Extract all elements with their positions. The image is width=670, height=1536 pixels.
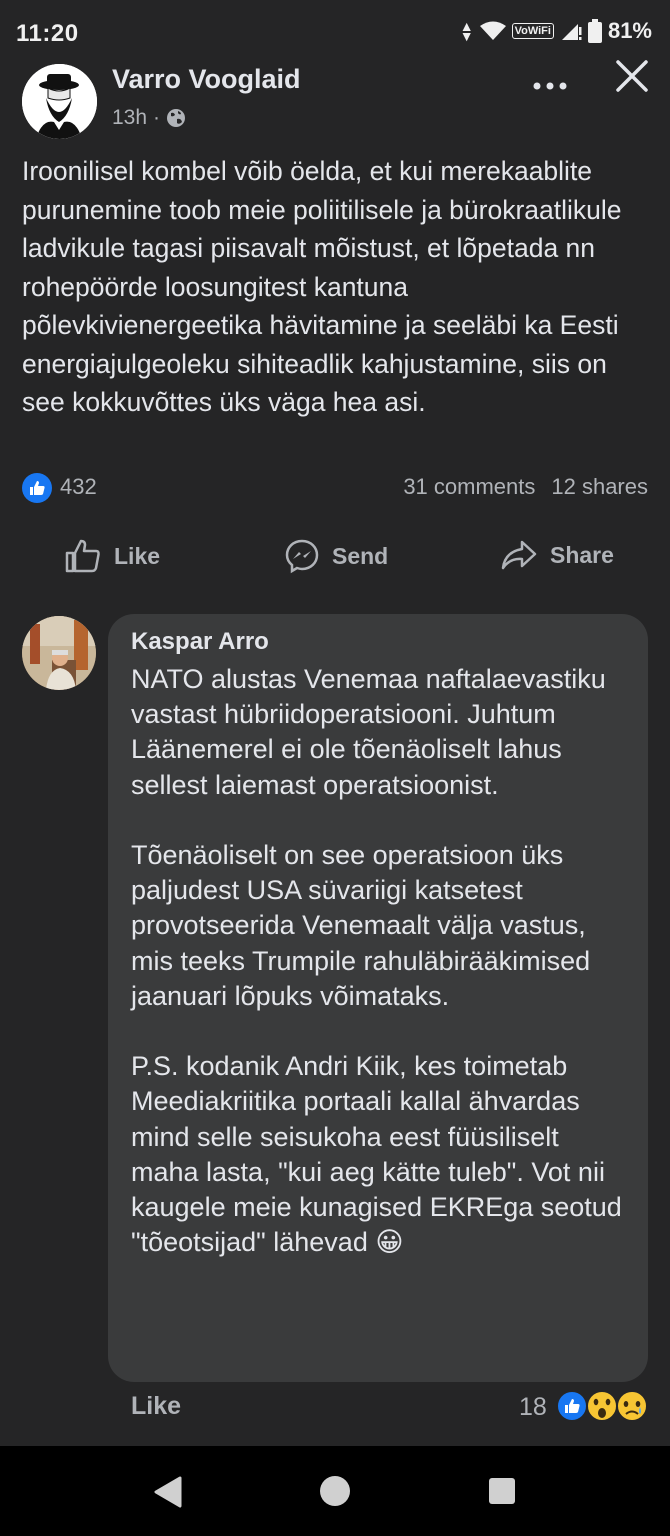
post-body-text: Iroonilisel kombel võib öelda, et kui me… (22, 156, 622, 417)
author-avatar[interactable] (22, 64, 97, 139)
post-stats: 31 comments 12 shares (403, 474, 648, 500)
comment-text: NATO alustas Venemaa naftalaevastiku vas… (131, 662, 631, 1260)
status-icons: ▲ ▼ VoWiFi 81% (460, 18, 652, 44)
sad-reaction-icon (616, 1390, 648, 1422)
comment-paragraph: NATO alustas Venemaa naftalaevastiku vas… (131, 664, 606, 800)
messenger-icon (285, 539, 319, 574)
comment-author-name[interactable]: Kaspar Arro (131, 628, 269, 656)
post-time[interactable]: 13h (112, 106, 147, 130)
globe-icon (167, 109, 186, 127)
comment-paragraph: P.S. kodanik Andri Kiik, kes toimetab Me… (131, 1051, 622, 1258)
signal-icon (561, 24, 582, 40)
share-label: Share (550, 541, 614, 568)
status-bar: 11:20 ▲ ▼ VoWiFi 81% (0, 0, 670, 66)
like-reaction-icon[interactable] (22, 473, 52, 503)
share-button[interactable]: Share (500, 538, 614, 572)
avatar-portrait-icon (22, 64, 97, 139)
like-outline-icon (65, 539, 100, 573)
battery-percent: 81% (607, 18, 652, 43)
reactions-count[interactable]: 432 (60, 474, 97, 500)
home-icon[interactable] (318, 1474, 352, 1508)
send-label: Send (332, 542, 389, 569)
close-icon (616, 60, 648, 92)
close-button[interactable] (612, 56, 652, 96)
thumbs-up-icon (30, 481, 45, 495)
more-dots-icon (533, 82, 567, 90)
post-meta: 13h · (112, 106, 186, 130)
like-button[interactable]: Like (64, 538, 160, 574)
data-arrows-icon: ▲ ▼ (459, 18, 474, 44)
like-label: Like (114, 542, 161, 569)
wow-reaction-icon (586, 1390, 618, 1422)
android-nav-bar (0, 1446, 670, 1536)
share-arrow-icon (501, 540, 537, 570)
commenter-photo-icon (22, 616, 96, 690)
back-icon[interactable] (152, 1476, 182, 1508)
comment-like-button[interactable]: Like (131, 1392, 181, 1421)
clock: 11:20 (16, 20, 79, 47)
send-button[interactable]: Send (284, 538, 388, 574)
post-actions: Like Send Share (0, 528, 670, 588)
shares-count[interactable]: 12 shares (551, 474, 648, 500)
wifi-icon (479, 21, 506, 40)
battery-icon (587, 19, 602, 43)
comment-reaction-icons[interactable] (556, 1390, 651, 1424)
post-author-name[interactable]: Varro Vooglaid (112, 64, 301, 95)
commenter-avatar[interactable] (22, 616, 96, 690)
vowifi-icon: VoWiFi (511, 23, 554, 39)
like-reaction-icon (556, 1390, 588, 1422)
meta-separator: · (153, 106, 161, 129)
recents-icon[interactable] (487, 1476, 517, 1506)
more-options-button[interactable] (532, 66, 568, 100)
comments-count[interactable]: 31 comments (403, 474, 535, 500)
comment-reactions-count[interactable]: 18 (519, 1393, 547, 1422)
comment-paragraph: Tõenäoliselt on see operatsioon üks palj… (131, 840, 591, 1011)
